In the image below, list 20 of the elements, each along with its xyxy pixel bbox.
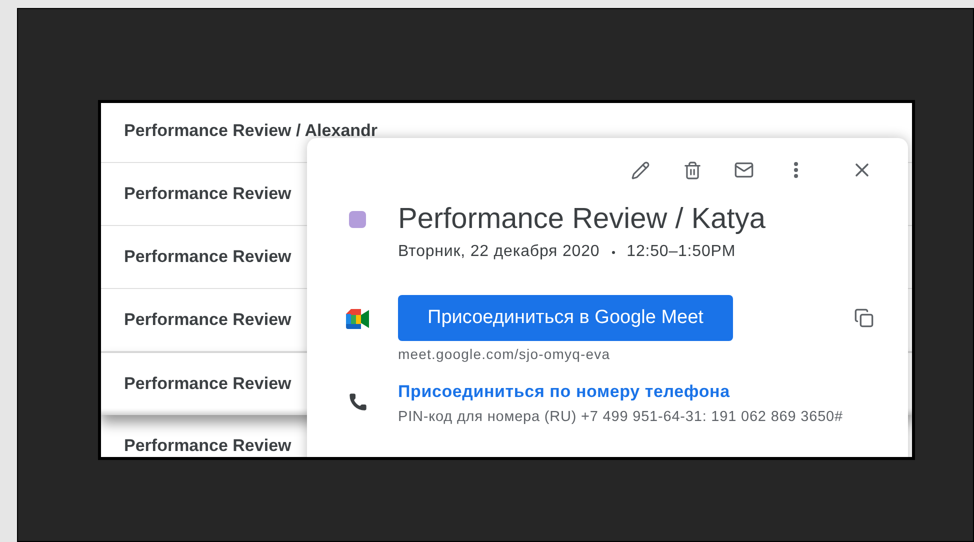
more-icon — [794, 162, 798, 178]
event-title: Performance Review — [124, 183, 292, 206]
event-popup-title: Performance Review / Katya — [398, 202, 766, 236]
copy-button[interactable] — [852, 306, 876, 330]
event-title: Performance Review — [124, 309, 292, 332]
pencil-icon — [630, 160, 650, 180]
event-title: Performance Review — [124, 246, 292, 268]
phone-icon — [348, 392, 368, 412]
mail-icon — [734, 160, 754, 180]
event-date: Вторник, 22 декабря 2020 — [398, 242, 600, 262]
event-title: Performance Review — [124, 435, 292, 457]
event-title: Performance Review — [124, 373, 292, 396]
event-title: Performance Review / Alexandr — [124, 120, 378, 142]
phone-pin: PIN-код для номера (RU) +7 499 951-64-31: 191 062 869 3650# — [398, 408, 843, 426]
copy-icon — [854, 308, 874, 328]
event-time: 12:50–1:50PM — [626, 242, 736, 262]
video-camera-icon — [346, 309, 370, 329]
trash-icon — [682, 160, 702, 180]
join-meet-button[interactable]: Присоединиться в Google Meet — [398, 295, 733, 341]
phone-join-link[interactable]: Присоединиться по номеру телефона — [398, 379, 843, 404]
